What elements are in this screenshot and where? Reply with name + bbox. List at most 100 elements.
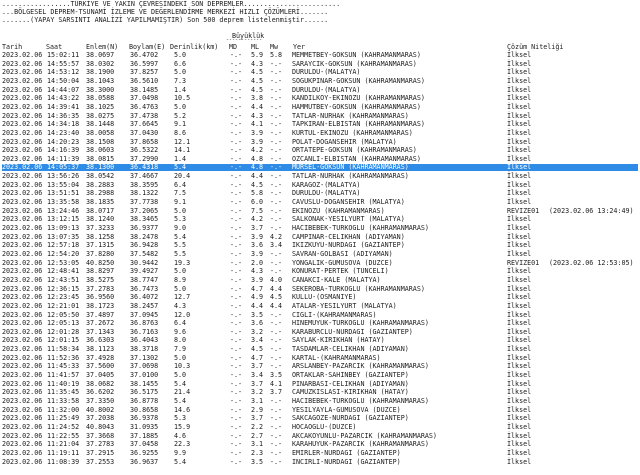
table-row[interactable]: 2023.02.06 12:23:45 36.9560 36.4072 12.7 -.- 4… — [2, 294, 638, 301]
table-row[interactable]: 2023.02.06 13:24:46 38.0717 37.2065 5.0 -.- 7.… — [2, 206, 638, 215]
col-time: 11:40:19 — [47, 379, 80, 388]
table-row[interactable]: 2023.02.06 11:35:45 36.6202 36.5175 21.4 -.- 3… — [2, 389, 638, 396]
table-row[interactable]: 2023.02.06 14:55:57 38.0302 36.5997 6.6 -.- 4.… — [2, 59, 638, 68]
table-row[interactable]: 2023.02.06 11:25:49 37.2038 36.9378 5.3 -.- 3.… — [2, 415, 638, 422]
col-depth: 5.3 — [174, 215, 187, 224]
table-row[interactable]: 2023.02.06 12:43:51 38.5275 38.7747 8.9 -.- 3.… — [2, 275, 638, 284]
col-md: -.- — [230, 68, 243, 77]
col-time: 14:39:41 — [47, 102, 80, 111]
col-latitude: 38.0682 — [86, 379, 115, 388]
col-location: YESILYAYLA-GUMUSOVA (DUZCE) — [292, 405, 401, 414]
table-row[interactable]: 2023.02.06 12:01:15 36.6303 36.4043 8.0 -.- 3.… — [2, 337, 638, 344]
col-date: 2023.02.06 — [2, 310, 43, 319]
table-row[interactable]: 2023.02.06 12:01:28 37.1343 36.7163 9.6 -.- 3.… — [2, 328, 638, 336]
table-row[interactable]: 2023.02.06 11:21:04 37.2783 37.0458 22.3 -.- 3… — [2, 441, 638, 448]
col-latitude: 38.2883 — [86, 180, 115, 189]
table-row-selected[interactable]: 2023.02.06 14:05:37 38.1300 36.4318 5.4 -.- 4.… — [2, 164, 638, 172]
table-row[interactable]: 2023.02.06 14:43:22 38.0588 37.0498 10.5 -.- 3… — [2, 95, 638, 102]
table-row[interactable]: 2023.02.06 13:56:26 38.0542 37.4667 20.4 -.- 4… — [2, 173, 638, 180]
table-row[interactable]: 2023.02.06 12:54:20 37.8280 37.5482 5.5 -.- 3.… — [2, 249, 638, 258]
table-row[interactable]: 2023.02.06 12:53:05 40.8250 30.9442 19.3 -.- 2… — [2, 258, 638, 267]
table-row[interactable]: 2023.02.06 12:21:01 38.1723 38.2457 4.3 -.- 4.… — [2, 302, 638, 310]
table-row[interactable]: 2023.02.06 11:41:57 37.0405 37.0100 5.0 -.- 3.… — [2, 372, 638, 379]
table-row[interactable]: 2023.02.06 14:20:23 38.1508 37.8658 12.1 -.- 3… — [2, 137, 638, 146]
col-longitude: 36.9255 — [130, 448, 159, 457]
table-row[interactable]: 2023.02.06 14:53:12 38.1900 37.8257 5.0 -.- 4.… — [2, 69, 638, 76]
col-md: -.- — [230, 172, 243, 181]
col-longitude: 36.5997 — [130, 59, 159, 68]
table-row[interactable]: 2023.02.06 14:34:18 38.1448 37.6645 9.1 -.- 4.… — [2, 121, 638, 128]
col-mw: 3.4 — [270, 241, 283, 250]
col-md: -.- — [230, 198, 243, 207]
col-longitude: 37.0498 — [130, 94, 159, 103]
banner-line-3: .......(YAPAY SARSINTI ANALİZİ YAPILMAMI… — [2, 16, 329, 24]
col-location: EKINOZU (KAHRAMANMARAS) — [292, 206, 385, 215]
table-row[interactable]: 2023.02.06 11:58:34 38.1123 38.3718 7.9 -.- 4.… — [2, 346, 638, 353]
table-row[interactable]: 2023.02.06 12:57:18 37.1315 36.9428 5.5 -.- 3.… — [2, 242, 638, 249]
col-longitude: 38.7747 — [130, 275, 159, 284]
table-row[interactable]: 2023.02.06 14:44:07 38.3000 38.1485 1.4 -.- 4.… — [2, 85, 638, 94]
col-solution-quality: İlksel — [507, 275, 532, 284]
col-mw: -.- — [270, 146, 283, 155]
col-latitude: 38.1508 — [86, 137, 115, 146]
col-ml: 3.9 — [251, 249, 264, 258]
col-longitude: 37.1302 — [130, 353, 159, 362]
col-date: 2023.02.06 — [2, 59, 43, 68]
col-location: TATLAR-NURHAK (KAHRAMANMARAS) — [292, 111, 409, 120]
col-md: -.- — [230, 397, 243, 405]
col-depth: 14.1 — [174, 146, 191, 155]
table-row[interactable]: 2023.02.06 13:35:58 38.1835 37.7738 9.1 -.- 6.… — [2, 199, 638, 206]
col-mw: 4.2 — [270, 232, 283, 241]
table-row[interactable]: 2023.02.06 11:33:58 37.3350 36.8778 5.4 -.- 3.… — [2, 398, 638, 405]
col-longitude: 38.1485 — [130, 85, 159, 94]
col-date: 2023.02.06 — [2, 76, 43, 85]
col-time: 11:52:36 — [47, 353, 80, 362]
col-latitude: 38.1835 — [86, 198, 115, 207]
table-row[interactable]: 2023.02.06 14:23:40 38.0058 37.0430 8.6 -.- 3.… — [2, 128, 638, 137]
banner-line-1: .................TÜRKİYE VE YAKIN ÇEVRES… — [2, 0, 341, 8]
table-row[interactable]: 2023.02.06 14:36:35 38.0275 37.4738 5.2 -.- 4.… — [2, 111, 638, 120]
table-row[interactable]: 2023.02.06 13:07:35 38.1258 38.2478 5.4 -.- 3.… — [2, 232, 638, 241]
table-row[interactable]: 2023.02.06 11:24:52 40.8043 31.0935 15.9 -.- 2… — [2, 422, 638, 431]
table-row[interactable]: 2023.02.06 12:48:41 38.8297 39.4927 5.0 -.- 4.… — [2, 268, 638, 275]
col-depth: 6.6 — [174, 59, 187, 68]
table-row[interactable]: 2023.02.06 13:55:04 38.2883 38.3595 6.4 -.- 4.… — [2, 180, 638, 189]
table-row[interactable]: 2023.02.06 14:11:39 38.0815 37.2990 1.4 -.- 4.… — [2, 155, 638, 163]
col-longitude: 38.1322 — [130, 189, 159, 198]
col-mw: -.- — [270, 59, 283, 68]
table-row[interactable]: 2023.02.06 14:16:39 38.0603 36.5322 14.1 -.- 4… — [2, 147, 638, 154]
table-row[interactable]: 2023.02.06 11:22:55 37.3668 37.1885 4.6 -.- 2.… — [2, 431, 638, 440]
col-ml: 3.5 — [251, 457, 264, 466]
col-mw: -.- — [270, 215, 283, 224]
table-row[interactable]: 2023.02.06 14:50:04 38.1043 36.5610 7.3 -.- 4.… — [2, 76, 638, 85]
col-longitude: 36.9428 — [130, 241, 159, 250]
col-mw: -.- — [270, 431, 283, 440]
col-mw: -.- — [270, 206, 283, 215]
table-row[interactable]: 2023.02.06 11:45:33 37.5600 37.0698 10.3 -.- 3… — [2, 363, 638, 370]
col-solution-quality: REVIZE01 — [507, 258, 540, 267]
col-depth: 15.9 — [174, 422, 191, 431]
col-ml: 4.3 — [251, 59, 264, 68]
table-row[interactable]: 2023.02.06 12:36:15 37.2783 36.7473 5.0 -.- 4.… — [2, 284, 638, 293]
col-location: ORTATEPE-GOKSUN (KAHRAMANMARAS) — [292, 146, 417, 155]
col-solution-quality: REVIZE01 — [507, 206, 540, 215]
col-latitude: 37.2915 — [86, 448, 115, 457]
col-solution-quality: İlksel — [507, 284, 532, 293]
table-row[interactable]: 2023.02.06 15:02:11 38.0697 36.4702 5.0 -.- 5.… — [2, 52, 638, 59]
col-location: KURTUL-EKINOZU (KAHRAMANMARAS) — [292, 128, 413, 137]
table-row[interactable]: 2023.02.06 13:51:51 38.2988 38.1322 7.5 -.- 5.… — [2, 190, 638, 197]
table-row[interactable]: 2023.02.06 12:05:50 37.4897 37.0945 12.0 -.- 3… — [2, 310, 638, 319]
table-row[interactable]: 2023.02.06 13:12:15 38.1240 38.3465 5.3 -.- 4.… — [2, 216, 638, 223]
col-depth: 5.0 — [174, 68, 187, 77]
col-date: 2023.02.06 — [2, 388, 43, 397]
table-row[interactable]: 2023.02.06 13:09:13 37.3233 36.9377 9.0 -.- 3.… — [2, 225, 638, 232]
col-solution-quality: İlksel — [507, 414, 532, 423]
table-row[interactable]: 2023.02.06 11:08:39 37.2553 36.9637 5.4 -.- 3.… — [2, 457, 638, 466]
table-row[interactable]: 2023.02.06 11:40:19 38.0682 38.1455 5.4 -.- 3.… — [2, 379, 638, 388]
table-row[interactable]: 2023.02.06 11:52:36 37.4928 37.1302 5.0 -.- 4.… — [2, 353, 638, 362]
table-row[interactable]: 2023.02.06 12:05:13 37.2672 36.8763 6.4 -.- 3.… — [2, 320, 638, 327]
col-md: -.- — [230, 76, 243, 85]
table-row[interactable]: 2023.02.06 14:39:41 38.1025 36.4763 5.0 -.- 4.… — [2, 102, 638, 111]
table-row[interactable]: 2023.02.06 11:19:11 37.2915 36.9255 9.9 -.- 2.… — [2, 448, 638, 457]
table-row[interactable]: 2023.02.06 11:32:00 40.8002 30.8658 14.6 -.- 2… — [2, 405, 638, 414]
